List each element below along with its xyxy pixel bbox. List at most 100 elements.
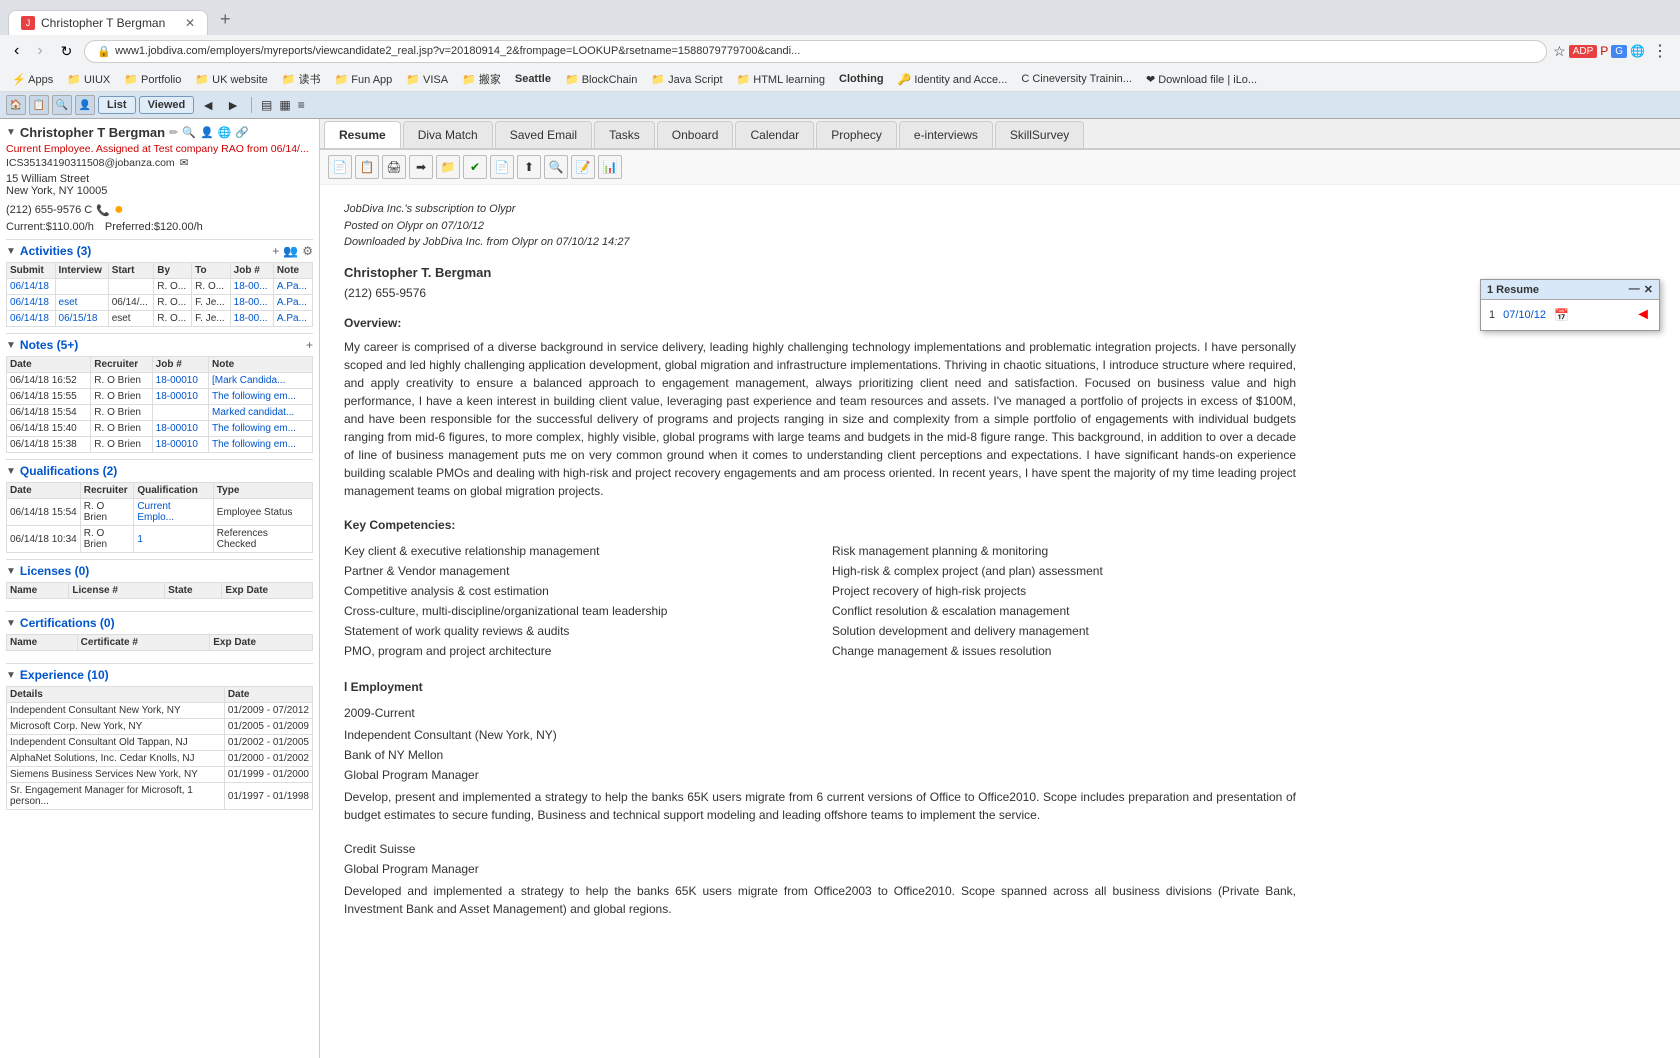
extension-icon-1[interactable]: ADP (1569, 45, 1598, 58)
toolbar-icon-1[interactable]: 📄 (328, 155, 352, 179)
activity-row[interactable]: 06/14/18 eset 06/14/... R. O... F. Je...… (7, 295, 313, 311)
address-bar[interactable]: 🔒 www1.jobdiva.com/employers/myreports/v… (84, 40, 1547, 63)
edit-icon[interactable]: ✏ (169, 126, 178, 139)
app-icon-3[interactable]: 🔍 (52, 95, 72, 115)
note-row[interactable]: 06/14/18 15:40 R. O Brien 18-00010 The f… (7, 421, 313, 437)
toolbar-icon-9[interactable]: 🔍 (544, 155, 568, 179)
new-tab-button[interactable]: + (210, 4, 241, 35)
licenses-header[interactable]: ▼ Licenses (0) (6, 564, 313, 578)
view-icon-3[interactable]: ≡ (296, 96, 307, 114)
activity-person-icon[interactable]: 👥 (283, 244, 298, 258)
tab-tasks[interactable]: Tasks (594, 121, 655, 148)
bookmark-visa[interactable]: 📁 VISA (402, 71, 452, 88)
cert-collapse[interactable]: ▼ (6, 618, 16, 629)
star-icon[interactable]: ☆ (1553, 43, 1566, 60)
toolbar-icon-11[interactable]: 📊 (598, 155, 622, 179)
toolbar-icon-2[interactable]: 📋 (355, 155, 379, 179)
lic-collapse[interactable]: ▼ (6, 566, 16, 577)
forward-button[interactable]: › (31, 40, 48, 62)
bookmark-funapp[interactable]: 📁 Fun App (331, 71, 397, 88)
extension-icon-4[interactable]: 🌐 (1630, 44, 1645, 58)
active-tab[interactable]: J Christopher T Bergman ✕ (8, 10, 208, 35)
bookmark-download[interactable]: ❤ Download file | iLo... (1142, 71, 1261, 88)
resume-meta: JobDiva Inc.'s subscription to Olypr Pos… (344, 201, 1296, 251)
back-button[interactable]: ‹ (8, 40, 25, 62)
float-close[interactable]: ✕ (1644, 283, 1653, 296)
bookmark-html[interactable]: 📁 HTML learning (733, 71, 829, 88)
qual-collapse[interactable]: ▼ (6, 466, 16, 477)
app-icon-2[interactable]: 📋 (29, 95, 49, 115)
viewed-button[interactable]: Viewed (139, 96, 195, 114)
certifications-header[interactable]: ▼ Certifications (0) (6, 616, 313, 630)
note-row[interactable]: 06/14/18 15:55 R. O Brien 18-00010 The f… (7, 389, 313, 405)
exp-table: Details Date Independent Consultant New … (6, 686, 313, 810)
notes-add-icon[interactable]: + (306, 338, 313, 352)
calendar-icon[interactable]: 📅 (1554, 308, 1569, 322)
list-button[interactable]: List (98, 96, 136, 114)
note-row[interactable]: 06/14/18 16:52 R. O Brien 18-00010 [Mark… (7, 373, 313, 389)
float-minimize[interactable]: — (1629, 283, 1640, 296)
tab-saved-email[interactable]: Saved Email (495, 121, 592, 148)
activities-collapse[interactable]: ▼ (6, 246, 16, 257)
exp-collapse[interactable]: ▼ (6, 670, 16, 681)
toolbar-icon-3[interactable]: 🖨 (382, 155, 406, 179)
tab-calendar[interactable]: Calendar (735, 121, 814, 148)
employer1-sub: Bank of NY Mellon (344, 746, 1296, 764)
app-icon-4[interactable]: 👤 (75, 95, 95, 115)
bookmark-dushu[interactable]: 📁 读书 (278, 69, 325, 89)
bookmark-clothing[interactable]: Clothing (835, 71, 888, 87)
extension-icon-3[interactable]: G (1611, 45, 1627, 58)
link-icon[interactable]: 🔗 (235, 126, 249, 139)
activity-filter-icon[interactable]: ⚙ (302, 244, 313, 258)
toolbar-icon-5[interactable]: 📁 (436, 155, 460, 179)
note-row[interactable]: 06/14/18 15:38 R. O Brien 18-00010 The f… (7, 437, 313, 453)
tab-resume[interactable]: Resume (324, 121, 401, 148)
email-icon[interactable]: ✉ (180, 157, 189, 169)
view-icon-2[interactable]: ▦ (277, 96, 292, 114)
view-icon-1[interactable]: ▤ (259, 96, 274, 114)
app-icon-1[interactable]: 🏠 (6, 95, 26, 115)
bookmark-portfolio[interactable]: 📁 Portfolio (120, 71, 185, 88)
toolbar-icon-7[interactable]: 📄 (490, 155, 514, 179)
notes-collapse[interactable]: ▼ (6, 340, 16, 351)
person-icon[interactable]: 👤 (200, 126, 214, 139)
bookmark-banjia[interactable]: 📁 搬家 (458, 69, 505, 89)
nav-next[interactable]: ► (222, 97, 244, 113)
section-collapse-icon[interactable]: ▼ (6, 127, 16, 138)
bookmark-blockchain[interactable]: 📁 BlockChain (561, 71, 641, 88)
globe-icon[interactable]: 🌐 (218, 126, 232, 139)
nav-prev[interactable]: ◄ (197, 97, 219, 113)
activities-header[interactable]: ▼ Activities (3) + 👥 ⚙ (6, 244, 313, 258)
toolbar-icon-10[interactable]: 📝 (571, 155, 595, 179)
extension-icon-2[interactable]: P (1600, 44, 1608, 58)
note-text: The following em... (209, 437, 313, 453)
tab-prophecy[interactable]: Prophecy (816, 121, 897, 148)
resume-float-arrow[interactable]: ◄ (1635, 306, 1651, 324)
bookmark-identity[interactable]: 🔑 Identity and Acce... (894, 71, 1012, 88)
experience-header[interactable]: ▼ Experience (10) (6, 668, 313, 682)
search-icon[interactable]: 🔍 (182, 126, 196, 139)
toolbar-icon-4[interactable]: ➡ (409, 155, 433, 179)
toolbar-icon-6[interactable]: ✔ (463, 155, 487, 179)
bookmark-seattle[interactable]: Seattle (511, 71, 555, 87)
activity-row[interactable]: 06/14/18 06/15/18 eset R. O... F. Je... … (7, 311, 313, 327)
note-row[interactable]: 06/14/18 15:54 R. O Brien Marked candida… (7, 405, 313, 421)
qualifications-header[interactable]: ▼ Qualifications (2) (6, 464, 313, 478)
reload-button[interactable]: ↻ (55, 41, 79, 62)
menu-button[interactable]: ⋮ (1648, 39, 1672, 63)
tab-einterviews[interactable]: e-interviews (899, 121, 993, 148)
bookmark-cine[interactable]: C Cineversity Trainin... (1017, 71, 1136, 87)
activity-row[interactable]: 06/14/18 R. O... R. O... 18-00... A.Pa..… (7, 279, 313, 295)
bookmark-uk[interactable]: 📁 UK website (191, 71, 271, 88)
url-text[interactable]: www1.jobdiva.com/employers/myreports/vie… (115, 45, 800, 57)
tab-close-icon[interactable]: ✕ (185, 16, 195, 30)
tab-skillsurvey[interactable]: SkillSurvey (995, 121, 1084, 148)
bookmark-uiux[interactable]: 📁 UIUX (63, 71, 114, 88)
activity-add-icon[interactable]: + (272, 244, 279, 258)
bookmark-apps[interactable]: ⚡ Apps (8, 71, 57, 88)
toolbar-icon-8[interactable]: ⬆ (517, 155, 541, 179)
tab-onboard[interactable]: Onboard (657, 121, 734, 148)
notes-header[interactable]: ▼ Notes (5+) + (6, 338, 313, 352)
bookmark-javascript[interactable]: 📁 Java Script (647, 71, 726, 88)
tab-diva-match[interactable]: Diva Match (403, 121, 493, 148)
